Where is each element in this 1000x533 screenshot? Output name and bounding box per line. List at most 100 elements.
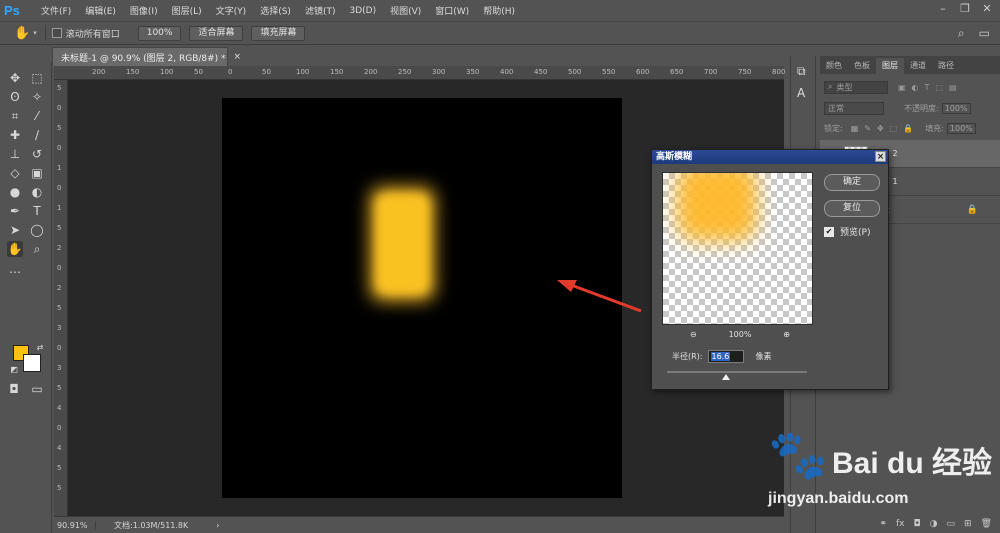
eraser-icon[interactable]: ◇ bbox=[7, 165, 23, 181]
ruler-tick-label: 0 bbox=[57, 104, 62, 112]
hand-icon[interactable]: ✋ bbox=[14, 26, 30, 41]
menu-edit[interactable]: 编辑(E) bbox=[78, 4, 123, 17]
fit-screen-button[interactable]: 适合屏幕 bbox=[189, 25, 244, 41]
swap-colors-icon[interactable]: ⇄ bbox=[32, 340, 48, 356]
arrow-icon[interactable]: › bbox=[216, 521, 219, 530]
search-icon[interactable]: ⌕ bbox=[958, 26, 965, 41]
menu-image[interactable]: 图像(I) bbox=[123, 4, 165, 17]
radius-input[interactable]: 16.6 bbox=[707, 350, 744, 363]
opacity-input[interactable]: 100% bbox=[941, 102, 971, 114]
radius-label: 半径(R): bbox=[672, 352, 703, 361]
pen-icon[interactable]: ✒ bbox=[7, 203, 23, 219]
fill-input[interactable]: 100% bbox=[946, 122, 976, 134]
menu-file[interactable]: 文件(F) bbox=[34, 4, 78, 17]
menu-bar: Ps 文件(F) 编辑(E) 图像(I) 图层(L) 文字(Y) 选择(S) 滤… bbox=[0, 0, 1000, 21]
healing-icon[interactable]: ✚ bbox=[7, 127, 23, 143]
menu-view[interactable]: 视图(V) bbox=[383, 4, 428, 17]
menu-select[interactable]: 选择(S) bbox=[253, 4, 298, 17]
search-icon: ⌕ bbox=[828, 82, 833, 91]
link-layers-icon[interactable]: ⚭ bbox=[879, 519, 887, 529]
add-mask-icon[interactable]: ◘ bbox=[914, 519, 921, 529]
brush-icon[interactable]: ∕ bbox=[29, 127, 45, 143]
blur-preview[interactable] bbox=[662, 172, 813, 325]
ruler-tick-label: 450 bbox=[534, 68, 548, 76]
blurred-yellow-core bbox=[378, 196, 427, 292]
radius-slider-thumb[interactable] bbox=[722, 374, 730, 380]
chevron-down-icon[interactable]: ▾ bbox=[33, 29, 37, 37]
menu-window[interactable]: 窗口(W) bbox=[428, 4, 476, 17]
eyedropper-icon[interactable]: ⁄ bbox=[29, 108, 45, 124]
ellipse-icon[interactable]: ◯ bbox=[29, 222, 45, 238]
crop-icon[interactable]: ⌗ bbox=[7, 108, 23, 124]
more-tools-icon[interactable]: … bbox=[7, 261, 23, 277]
magic-wand-icon[interactable]: ✧ bbox=[29, 89, 45, 105]
blend-mode-select[interactable]: 正常 bbox=[824, 101, 884, 115]
ruler-tick-label: 550 bbox=[602, 68, 616, 76]
filter-kind-select[interactable]: ⌕ 类型 bbox=[824, 80, 888, 94]
stamp-icon[interactable]: ⊥ bbox=[7, 146, 23, 162]
lasso-icon[interactable]: ʘ bbox=[7, 89, 23, 105]
zoom-level[interactable]: 90.91% bbox=[54, 520, 96, 530]
menu-type[interactable]: 文字(Y) bbox=[209, 4, 254, 17]
tab-channels[interactable]: 通道 bbox=[904, 58, 932, 74]
tab-paths[interactable]: 路径 bbox=[932, 58, 960, 74]
scroll-all-windows-checkbox[interactable] bbox=[51, 28, 62, 38]
lock-options-icons[interactable]: ▦✎✥⬚🔒 bbox=[851, 124, 919, 133]
screen-mode-icon[interactable]: ▭ bbox=[29, 381, 45, 397]
zoom-in-icon[interactable]: ⊕ bbox=[783, 330, 790, 339]
close-icon[interactable]: × bbox=[875, 151, 886, 162]
ok-button[interactable]: 确定 bbox=[824, 174, 880, 191]
fill-label: 填充: bbox=[925, 123, 944, 133]
reset-button[interactable]: 复位 bbox=[824, 200, 880, 217]
close-icon[interactable]: ✕ bbox=[980, 2, 994, 15]
marquee-icon[interactable]: ⬚ bbox=[29, 70, 45, 86]
ruler-tick-label: 5 bbox=[57, 384, 62, 392]
filter-icons[interactable]: ▣◐T⬚▤ bbox=[898, 83, 963, 92]
type-icon[interactable]: T bbox=[29, 203, 45, 219]
radius-slider-track[interactable] bbox=[667, 371, 807, 373]
ruler-tick-label: 500 bbox=[568, 68, 582, 76]
tab-color[interactable]: 颜色 bbox=[820, 58, 848, 74]
menu-layer[interactable]: 图层(L) bbox=[165, 4, 209, 17]
new-group-icon[interactable]: ▭ bbox=[947, 519, 956, 529]
window-icon[interactable]: ▭ bbox=[979, 26, 990, 41]
menu-filter[interactable]: 滤镜(T) bbox=[298, 4, 343, 17]
zoom-out-icon[interactable]: ⊖ bbox=[690, 330, 697, 339]
gradient-icon[interactable]: ▣ bbox=[29, 165, 45, 181]
dodge-icon[interactable]: ◐ bbox=[29, 184, 45, 200]
zoom-100-button[interactable]: 100% bbox=[137, 25, 182, 41]
tab-swatches[interactable]: 色板 bbox=[848, 58, 876, 74]
status-bar: 90.91% 文档:1.03M/511.8K › bbox=[54, 516, 784, 533]
fx-icon[interactable]: fx bbox=[896, 519, 905, 529]
dialog-title-bar[interactable]: 高斯模糊 × bbox=[652, 150, 888, 164]
restore-icon[interactable]: ❐ bbox=[958, 2, 972, 15]
tab-layers[interactable]: 图层 bbox=[876, 58, 904, 74]
menu-3d[interactable]: 3D(D) bbox=[342, 6, 383, 16]
quick-mask-icon[interactable]: ◘ bbox=[6, 381, 22, 397]
ruler-tick-label: 150 bbox=[330, 68, 344, 76]
path-select-icon[interactable]: ➤ bbox=[7, 222, 23, 238]
preview-checkbox[interactable]: ✔ bbox=[824, 226, 834, 237]
default-colors-icon[interactable]: ◩ bbox=[6, 362, 22, 378]
ruler-tick-label: 50 bbox=[194, 68, 203, 76]
preview-checkbox-row[interactable]: ✔ 预览(P) bbox=[824, 225, 870, 238]
ruler-tick-label: 400 bbox=[500, 68, 514, 76]
menu-help[interactable]: 帮助(H) bbox=[476, 4, 522, 17]
hand-icon[interactable]: ✋ bbox=[7, 241, 23, 257]
document-tab[interactable]: 未标题-1 @ 90.9% (图层 2, RGB/8#) * × bbox=[52, 47, 241, 66]
layer-comps-icon[interactable]: ⧉ bbox=[797, 64, 806, 79]
new-layer-icon[interactable]: ⊞ bbox=[964, 519, 972, 529]
trash-icon[interactable]: 🗑 bbox=[981, 519, 992, 529]
zoom-icon[interactable]: ⌕ bbox=[29, 241, 45, 257]
scroll-all-windows-label: 滚动所有窗口 bbox=[65, 29, 120, 40]
move-icon[interactable]: ✥ bbox=[7, 70, 23, 86]
background-color-swatch[interactable] bbox=[23, 354, 41, 372]
ruler-tick-label: 0 bbox=[57, 144, 62, 152]
minimize-icon[interactable]: – bbox=[936, 2, 950, 15]
blur-icon[interactable]: ● bbox=[7, 184, 23, 200]
character-icon[interactable]: A bbox=[797, 86, 805, 100]
history-brush-icon[interactable]: ↺ bbox=[29, 146, 45, 162]
adjustment-layer-icon[interactable]: ◑ bbox=[930, 519, 938, 529]
fill-screen-button[interactable]: 填充屏幕 bbox=[251, 25, 306, 41]
close-icon[interactable]: × bbox=[234, 52, 242, 62]
